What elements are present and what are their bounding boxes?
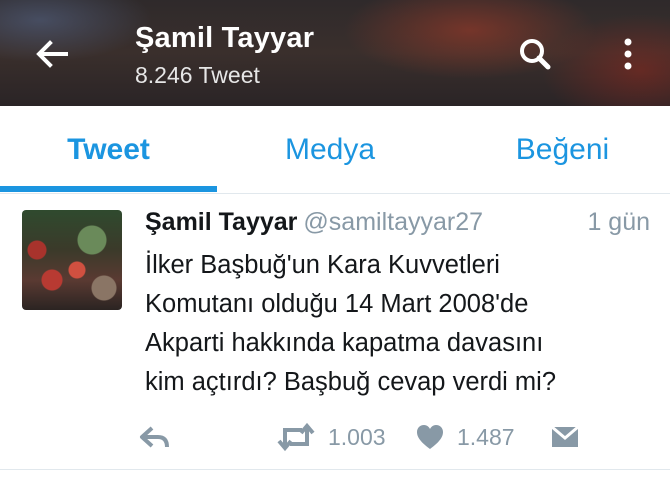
search-button[interactable] [515, 34, 555, 74]
profile-title: Şamil Tayyar [135, 22, 315, 54]
tweet-text-line: Akparti hakkında kapatma davasını [145, 329, 544, 357]
tweet-timestamp: 1 gün [587, 208, 650, 236]
active-tab-indicator [0, 186, 217, 192]
tweet-card[interactable]: Şamil Tayyar @samiltayyar27 1 gün İlker B… [0, 194, 670, 470]
tweet-count: 8.246 Tweet [135, 62, 260, 88]
tweet-text-line: Komutanı olduğu 14 Mart 2008'de [145, 290, 529, 318]
envelope-icon [551, 425, 579, 447]
tweet-text-line: kim açtırdı? Başbuğ cevap verdi mi? [145, 368, 557, 396]
like-button[interactable]: 1.487 [415, 420, 515, 454]
more-vertical-icon [624, 38, 632, 70]
reply-icon [140, 426, 169, 448]
retweet-count: 1.003 [328, 423, 386, 450]
tweet-text: İlker Başbuğ'un Kara Kuvvetleri Komutanı… [145, 246, 650, 402]
tab-tweets[interactable]: Tweet [0, 106, 217, 194]
heart-icon [417, 425, 443, 449]
retweet-icon [277, 422, 315, 452]
author-name[interactable]: Şamil Tayyar [145, 208, 297, 236]
retweet-button[interactable]: 1.003 [276, 420, 386, 454]
search-icon [520, 39, 551, 70]
tab-media[interactable]: Medya [225, 106, 435, 194]
profile-tabs: Tweet Medya Beğeni [0, 106, 670, 194]
avatar[interactable] [22, 210, 122, 310]
profile-header: Şamil Tayyar 8.246 Tweet [0, 0, 670, 106]
back-button[interactable] [30, 32, 74, 76]
like-count: 1.487 [457, 423, 515, 450]
more-options-button[interactable] [612, 34, 644, 74]
author-handle[interactable]: @samiltayyar27 [303, 208, 483, 236]
tweet-actions: 1.003 1.487 [130, 420, 600, 454]
arrow-left-icon [36, 40, 68, 68]
direct-message-button[interactable] [550, 420, 580, 454]
reply-button[interactable] [138, 420, 172, 454]
tab-likes[interactable]: Beğeni [455, 106, 670, 194]
tweet-header: Şamil Tayyar @samiltayyar27 1 gün [145, 208, 650, 242]
tweet-text-line: İlker Başbuğ'un Kara Kuvvetleri [145, 251, 500, 279]
